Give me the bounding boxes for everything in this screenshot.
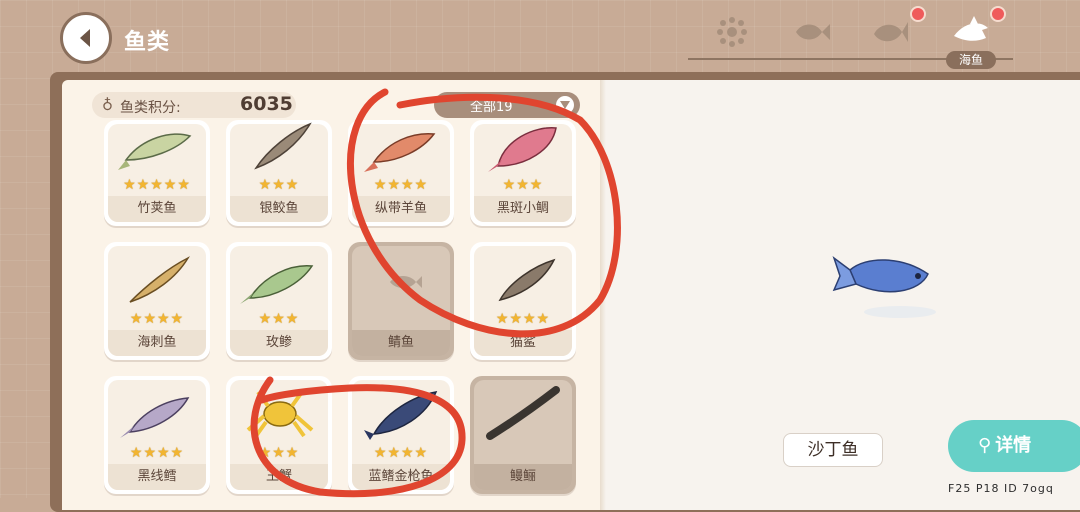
back-arrow-icon [80, 29, 90, 47]
fish-icon [120, 397, 190, 438]
book-spine [600, 80, 606, 510]
selected-fish-name: 沙丁鱼 [783, 433, 883, 467]
fish-card[interactable]: ★★★★ 蓝鳍金枪鱼 [348, 376, 454, 494]
chevron-down-icon[interactable] [556, 96, 574, 114]
search-icon: ⚲ [978, 435, 992, 456]
crab-icon [246, 390, 314, 438]
fish-card[interactable]: ★★★ 王蟹 [226, 376, 332, 494]
fish-icon [498, 258, 556, 302]
fish-card[interactable]: ★★★★ 海刺鱼 [104, 242, 210, 360]
fish-card[interactable]: ★★★ 银鲛鱼 [226, 120, 332, 226]
notification-dot [990, 6, 1006, 22]
score-label: 鱼类积分: [120, 100, 181, 116]
fish-name: 鲭鱼 [352, 330, 450, 356]
filter-label: 全部19 [470, 100, 513, 115]
freshwater-fish-icon[interactable] [788, 10, 836, 54]
footer-id: F25 P18 ID 7ogq [948, 482, 1054, 495]
fish-name: 纵带羊鱼 [352, 196, 450, 222]
notification-dot [910, 6, 926, 22]
fish-icon [488, 127, 557, 172]
fish-icon [364, 133, 436, 172]
fish-name: 黑斑小鲷 [474, 196, 572, 222]
fish-name: 银鲛鱼 [230, 196, 328, 222]
fish-card-locked[interactable]: 鲭鱼 [348, 242, 454, 360]
fish-name: 鳗鲡 [474, 464, 572, 490]
all-category-icon[interactable] [708, 10, 756, 54]
medal-icon: ♁ [102, 96, 113, 114]
details-button[interactable]: ⚲ 详情 [948, 420, 1080, 472]
fish-name: 王蟹 [230, 464, 328, 490]
eel-icon [486, 386, 560, 440]
star-rating: ★★★★ [495, 311, 551, 327]
fish-name: 猫鲨 [474, 330, 572, 356]
score-value: 6035 [240, 93, 293, 115]
fish-card[interactable]: ★★★ 玫鲹 [226, 242, 332, 360]
star-rating: ★★★★ [129, 445, 185, 461]
fish-icon [254, 122, 312, 170]
fish-card[interactable]: ★★★★★ 竹荚鱼 [104, 120, 210, 226]
fish-icon [364, 391, 438, 440]
fish-card[interactable]: ★★★★ 猫鲨 [470, 242, 576, 360]
star-rating: ★★★ [258, 445, 300, 461]
details-label: 详情 [995, 435, 1032, 456]
fish-icon [240, 265, 314, 304]
fish-card[interactable]: ★★★★ 黑线鳕 [104, 376, 210, 494]
page-title: 鱼类 [124, 30, 171, 55]
star-rating: ★★★ [258, 311, 300, 327]
selected-category-label: 海鱼 [946, 51, 996, 69]
selected-fish-image [832, 255, 936, 318]
fish-name: 竹荚鱼 [108, 196, 206, 222]
fish-card[interactable]: ★★★★ 纵带羊鱼 [348, 120, 454, 226]
fish-card[interactable]: ★★★ 黑斑小鲷 [470, 120, 576, 226]
locked-fish-silhouette-icon [390, 276, 422, 288]
fish-name: 黑线鳕 [108, 464, 206, 490]
star-rating: ★★★★ [373, 177, 429, 193]
rare-fish-icon[interactable] [866, 10, 914, 54]
fish-icon [129, 256, 190, 303]
sea-fish-icon[interactable] [948, 10, 996, 54]
star-rating: ★★★ [258, 177, 300, 193]
star-rating: ★★★★ [373, 445, 429, 461]
back-button[interactable] [60, 12, 112, 64]
star-rating: ★★★★ [129, 311, 185, 327]
fish-name: 玫鲹 [230, 330, 328, 356]
star-rating: ★★★★★ [123, 177, 191, 193]
star-rating: ★★★ [502, 177, 544, 193]
fish-icon [118, 133, 192, 170]
fish-name: 海刺鱼 [108, 330, 206, 356]
fish-card-locked[interactable]: 鳗鲡 [470, 376, 576, 494]
fish-name: 蓝鳍金枪鱼 [352, 464, 450, 490]
